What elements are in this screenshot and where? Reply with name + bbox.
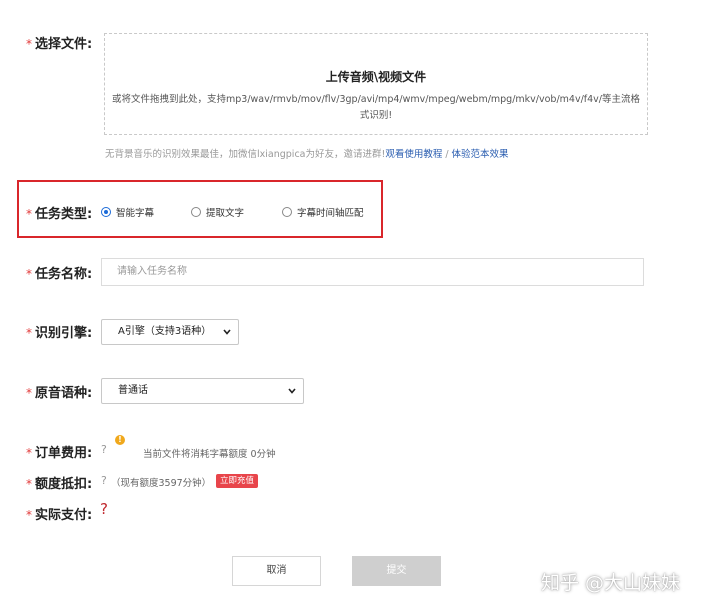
upload-description: 或将文件拖拽到此处，支持mp3/wav/rmvb/mov/flv/3gp/avi… [111, 94, 640, 121]
task-name-input[interactable]: 请输入任务名称 [101, 258, 644, 286]
deduct-label: * 额度抵扣: [26, 477, 93, 492]
actual-pay-value: ? [100, 500, 108, 518]
order-fee-help-icon[interactable]: ? [101, 443, 107, 456]
engine-label: * 识别引擎: [26, 326, 93, 341]
task-name-label: * 任务名称: [26, 267, 93, 282]
actual-pay-label: * 实际支付: [26, 508, 93, 523]
engine-select[interactable]: A引擎（支持3语种） [101, 319, 239, 345]
upload-title: 上传音频\视频文件 [325, 70, 427, 84]
radio-smart-subtitle[interactable]: 智能字幕 [101, 205, 154, 219]
radio-checked-icon [101, 207, 111, 217]
radio-extract-text[interactable]: 提取文字 [191, 205, 244, 219]
language-label: * 原音语种: [26, 386, 93, 401]
deduct-help-icon[interactable]: ? [101, 474, 107, 487]
radio-timeline-match[interactable]: 字幕时间轴匹配 [282, 205, 364, 219]
language-select[interactable]: 普通话 [101, 378, 304, 404]
order-fee-note: 当前文件将消耗字幕额度 0分钟 [143, 449, 276, 460]
cancel-button[interactable]: 取消 [232, 556, 321, 586]
sample-link[interactable]: 体验范本效果 [452, 149, 509, 160]
submit-button[interactable]: 提交 [352, 556, 441, 586]
radio-unchecked-icon [282, 207, 292, 217]
task-type-label: * 任务类型: [26, 207, 93, 222]
file-label: * 选择文件: [26, 37, 93, 52]
order-fee-label: * 订单费用: [26, 446, 93, 461]
watermark: 知乎 @大山妹妹 [541, 572, 681, 594]
info-icon: ! [115, 435, 125, 445]
radio-unchecked-icon [191, 207, 201, 217]
upload-hint: 无背景音乐的识别效果最佳，加微信lxiangpica为好友，邀请进群!观看使用教… [105, 149, 509, 160]
upload-dropzone[interactable]: 上传音频\视频文件 或将文件拖拽到此处，支持mp3/wav/rmvb/mov/f… [104, 33, 648, 135]
quota-note: （现有额度3597分钟） [111, 478, 212, 489]
chevron-down-icon [223, 329, 231, 335]
recharge-button[interactable]: 立即充值 [216, 474, 259, 488]
tutorial-link[interactable]: 观看使用教程 [385, 149, 442, 160]
required-mark: * [26, 37, 32, 51]
chevron-down-icon [288, 388, 296, 394]
